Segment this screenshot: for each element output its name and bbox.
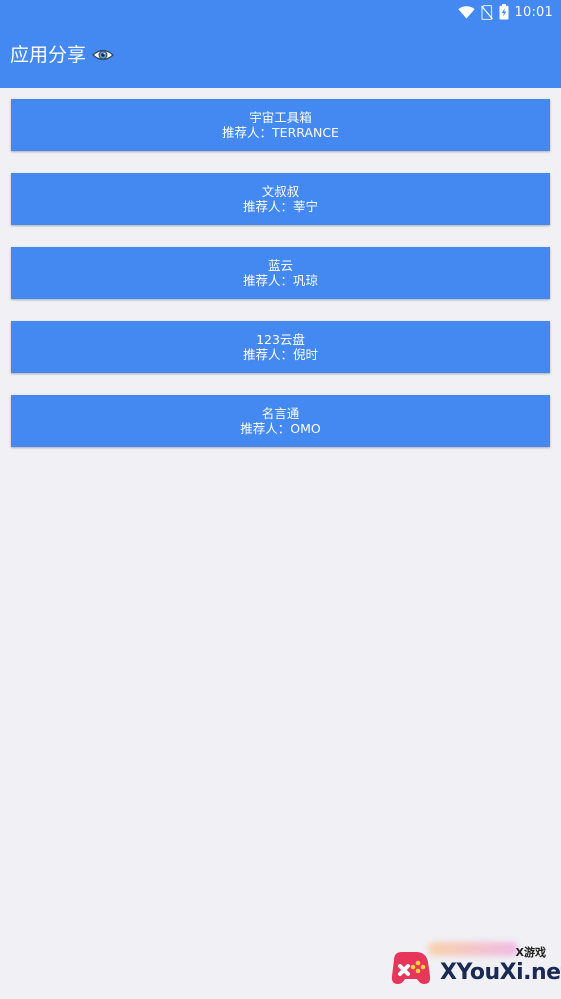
page-title-text: 应用分享 [10,44,87,66]
status-icons: 10:01 [457,3,553,21]
app-recommender: 推荐人：莘宁 [242,199,318,214]
watermark: X游戏 XYouXi.net [388,938,561,992]
app-card-0[interactable]: 宇宙工具箱 推荐人：TERRANCE [11,99,550,151]
app-name: 宇宙工具箱 [249,110,312,125]
app-recommender: 推荐人：巩琼 [242,273,318,288]
no-sim-icon [480,4,493,20]
app-card-2[interactable]: 蓝云 推荐人：巩琼 [11,247,550,299]
app-bar: 应用分享 [0,24,561,88]
app-recommender: 推荐人：TERRANCE [222,125,339,140]
watermark-glow [428,942,518,956]
app-name: 名言通 [261,406,300,421]
app-recommender: 推荐人：倪时 [242,347,318,362]
app-name: 123云盘 [256,332,305,347]
page-title: 应用分享 [10,43,114,67]
app-name: 文叔叔 [261,184,300,199]
watermark-brand-text: XYouXi.net [440,960,561,985]
status-bar: 10:01 [0,0,561,24]
app-name: 蓝云 [267,258,293,273]
wifi-icon [457,5,475,18]
gamepad-logo-icon [391,952,431,984]
app-card-3[interactable]: 123云盘 推荐人：倪时 [11,321,550,373]
watermark-small-text: X游戏 [515,946,546,959]
eye-icon [92,49,114,61]
app-share-list: 宇宙工具箱 推荐人：TERRANCE 文叔叔 推荐人：莘宁 蓝云 推荐人：巩琼 … [11,99,550,469]
status-time: 10:01 [514,4,553,20]
battery-charging-icon [499,4,509,20]
app-recommender: 推荐人：OMO [240,421,321,436]
app-card-1[interactable]: 文叔叔 推荐人：莘宁 [11,173,550,225]
app-card-4[interactable]: 名言通 推荐人：OMO [11,395,550,447]
